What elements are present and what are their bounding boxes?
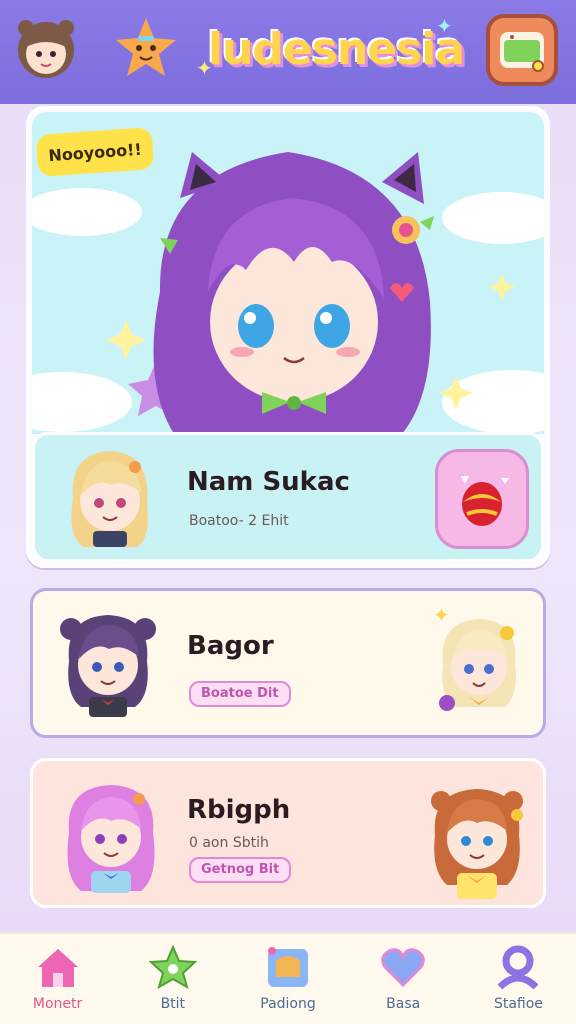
home-icon: [33, 944, 83, 990]
nav-item-profile[interactable]: Stafioe: [461, 934, 576, 1024]
speech-bubble: Nooyooo!!: [35, 127, 155, 177]
character-avatar: [53, 603, 163, 727]
character-card[interactable]: Bagor Boatoe Dit ✦: [30, 588, 546, 738]
star-icon: [148, 944, 198, 990]
character-tag[interactable]: Getnog Bit: [189, 857, 292, 883]
nav-item-heart[interactable]: Basa: [346, 934, 461, 1024]
app-logo: ludesnesia: [208, 24, 465, 75]
character-avatar: [55, 773, 167, 905]
user-icon: [493, 944, 543, 990]
nav-label: Padiong: [260, 996, 316, 1012]
character-avatar: [55, 443, 165, 557]
nav-label: Stafioe: [493, 996, 543, 1012]
camera-button[interactable]: [486, 14, 558, 86]
profile-avatar[interactable]: [10, 12, 82, 84]
character-name: Bagor: [187, 631, 274, 661]
sparkle-icon: ✦: [433, 603, 450, 627]
nav-label: Basa: [386, 996, 421, 1012]
nav-label: Monetr: [32, 996, 83, 1012]
sparkle-icon: ✦: [436, 14, 453, 38]
bottom-navigation: Monetr Btit Padiong Basa Stafioe: [0, 932, 576, 1024]
character-name: Rbigph: [187, 795, 291, 825]
character-subtitle: 0 aon Sbtih: [189, 835, 269, 851]
sparkle-icon: ✦: [196, 56, 213, 80]
star-mascot-icon[interactable]: [110, 12, 182, 84]
nav-label: Btit: [160, 996, 186, 1012]
top-bar: ludesnesia ✦ ✦: [0, 0, 576, 104]
character-name: Nam Sukac: [187, 467, 350, 497]
nav-item-star[interactable]: Btit: [115, 934, 230, 1024]
puzzle-icon: [263, 944, 313, 990]
featured-character-card[interactable]: Nam Sukac Boatoo- 2 Ehit: [32, 432, 544, 562]
egg-reward-button[interactable]: [435, 449, 529, 549]
nav-item-home[interactable]: Monetr: [0, 934, 115, 1024]
heart-icon: [378, 944, 428, 990]
character-tag[interactable]: Boatoe Dit: [189, 681, 291, 707]
camera-icon: [500, 32, 544, 72]
nav-item-puzzle[interactable]: Padiong: [230, 934, 345, 1024]
egg-icon: [461, 476, 509, 526]
character-subtitle: Boatoo- 2 Ehit: [189, 513, 289, 529]
character-avatar: [417, 775, 537, 909]
character-card[interactable]: Rbigph 0 aon Sbtih Getnog Bit: [30, 758, 546, 908]
